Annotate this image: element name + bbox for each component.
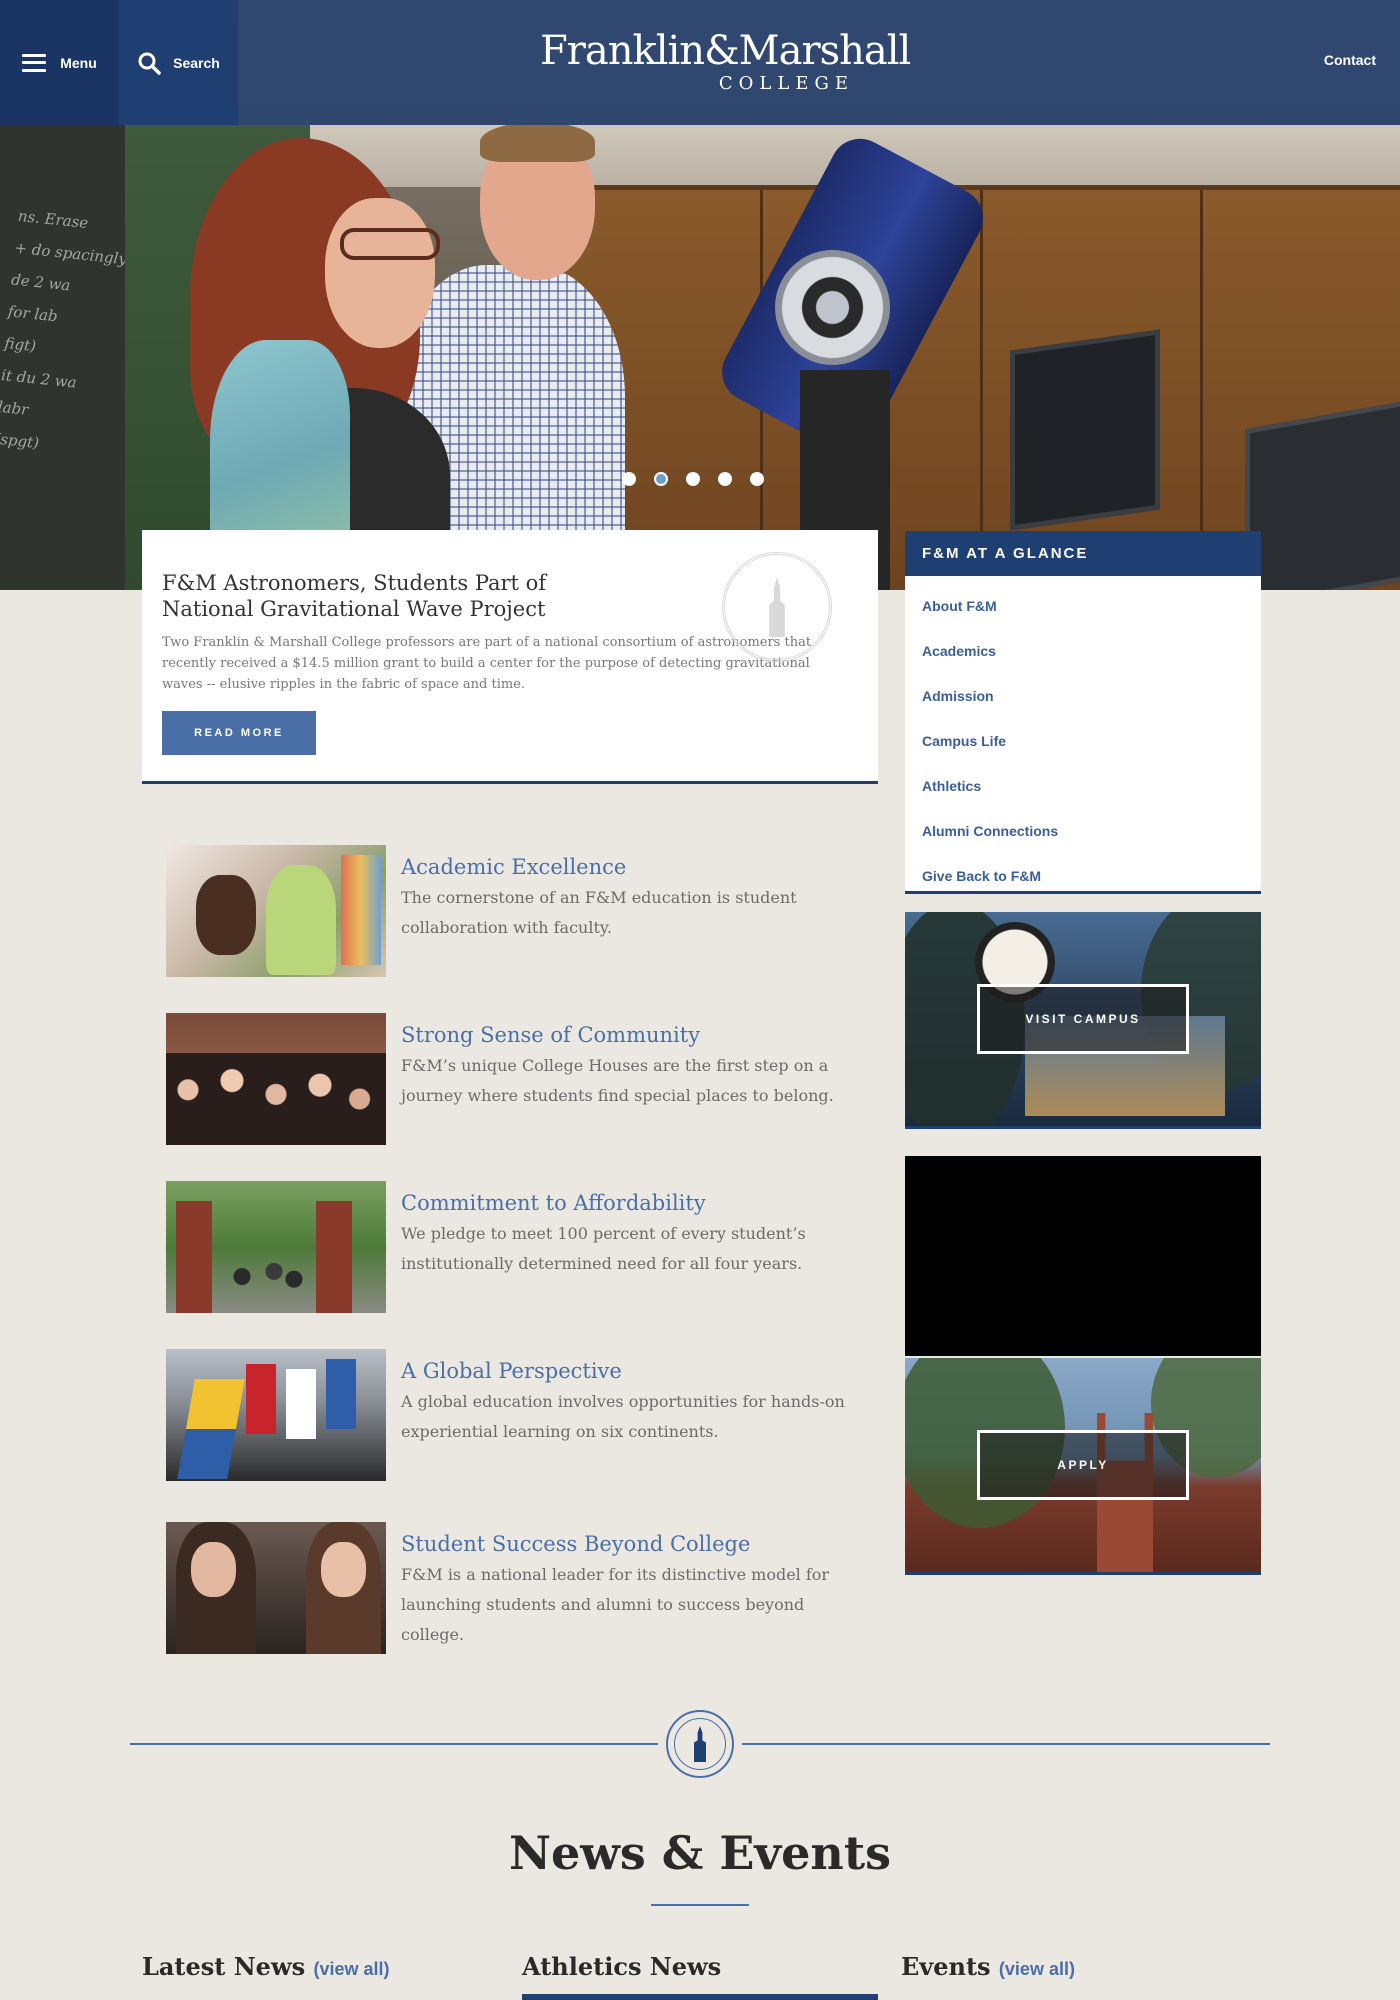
highlight-text: The cornerstone of an F&M education is s…: [401, 888, 797, 937]
highlight-thumbnail[interactable]: [166, 1181, 386, 1313]
heading-underline: [651, 1904, 749, 1906]
at-a-glance-panel: F&M AT A GLANCE About F&M Academics Admi…: [905, 531, 1261, 894]
search-icon: [138, 52, 161, 75]
apply-promo: APPLY: [905, 1358, 1261, 1575]
slide-dot[interactable]: [622, 472, 636, 486]
slide-dot[interactable]: [750, 472, 764, 486]
monitor: [1245, 400, 1400, 590]
highlight-title[interactable]: Strong Sense of Community: [401, 1021, 866, 1049]
at-a-glance-list: About F&M Academics Admission Campus Lif…: [905, 576, 1261, 899]
latest-news-heading: Latest News (view all): [142, 1952, 390, 1981]
at-a-glance-heading: F&M AT A GLANCE: [905, 531, 1261, 576]
glance-link-about[interactable]: About F&M: [922, 584, 1261, 629]
monitor: [1010, 329, 1160, 531]
highlight-title[interactable]: Commitment to Affordability: [401, 1189, 866, 1217]
glance-link-academics[interactable]: Academics: [922, 629, 1261, 674]
search-button[interactable]: Search: [119, 0, 238, 125]
highlight-thumbnail[interactable]: [166, 1013, 386, 1145]
divider-line: [742, 1743, 1270, 1745]
highlight-text: We pledge to meet 100 percent of every s…: [401, 1224, 806, 1273]
highlight-item: Academic Excellence The cornerstone of a…: [166, 845, 866, 979]
events-heading: Events (view all): [901, 1952, 1075, 1981]
hamburger-icon: [22, 53, 47, 72]
visit-campus-button[interactable]: VISIT CAMPUS: [977, 984, 1189, 1054]
news-events-heading: News & Events: [508, 1826, 891, 1880]
featured-story-title[interactable]: F&M Astronomers, Students Part of Nation…: [162, 570, 622, 622]
video-player[interactable]: [905, 1156, 1261, 1356]
highlight-title[interactable]: Student Success Beyond College: [401, 1530, 866, 1558]
active-tab-indicator: [522, 1994, 878, 2000]
slide-dot[interactable]: [654, 472, 668, 486]
highlight-text: F&M’s unique College Houses are the firs…: [401, 1056, 834, 1105]
site-header: Menu Search Franklin&Marshall COLLEGE Co…: [0, 0, 1400, 125]
college-logo[interactable]: Franklin&Marshall COLLEGE: [540, 30, 911, 94]
highlight-item: A Global Perspective A global education …: [166, 1349, 866, 1483]
highlight-text: A global education involves opportunitie…: [401, 1392, 845, 1441]
contact-link[interactable]: Contact: [1324, 52, 1376, 68]
chalkboard: ns. Erase + do spacingly de 2 wa for lab…: [0, 125, 128, 590]
highlight-thumbnail[interactable]: [166, 845, 386, 977]
read-more-button[interactable]: READ MORE: [162, 711, 316, 755]
visit-campus-promo: VISIT CAMPUS: [905, 912, 1261, 1129]
college-seal-icon: [666, 1710, 734, 1778]
highlight-text: F&M is a national leader for its distinc…: [401, 1565, 830, 1644]
latest-news-view-all-link[interactable]: (view all): [313, 1959, 389, 1979]
glance-link-alumni[interactable]: Alumni Connections: [922, 809, 1261, 854]
highlight-item: Commitment to Affordability We pledge to…: [166, 1181, 866, 1315]
slide-dot[interactable]: [686, 472, 700, 486]
featured-story-card: F&M Astronomers, Students Part of Nation…: [142, 530, 878, 784]
highlight-thumbnail[interactable]: [166, 1522, 386, 1654]
glance-link-give-back[interactable]: Give Back to F&M: [922, 854, 1261, 899]
glance-link-admission[interactable]: Admission: [922, 674, 1261, 719]
highlight-item: Strong Sense of Community F&M’s unique C…: [166, 1013, 866, 1147]
highlight-title[interactable]: A Global Perspective: [401, 1357, 866, 1385]
highlight-thumbnail[interactable]: [166, 1349, 386, 1481]
athletics-news-heading: Athletics News: [522, 1952, 722, 1981]
events-view-all-link[interactable]: (view all): [999, 1959, 1075, 1979]
highlight-item: Student Success Beyond College F&M is a …: [166, 1522, 866, 1656]
divider-line: [130, 1743, 658, 1745]
slide-dots: [622, 472, 764, 486]
apply-button[interactable]: APPLY: [977, 1430, 1189, 1500]
college-seal-icon: [722, 552, 832, 662]
glance-link-campus-life[interactable]: Campus Life: [922, 719, 1261, 764]
highlight-title[interactable]: Academic Excellence: [401, 853, 866, 881]
glance-link-athletics[interactable]: Athletics: [922, 764, 1261, 809]
slide-dot[interactable]: [718, 472, 732, 486]
menu-button[interactable]: Menu: [0, 0, 119, 125]
